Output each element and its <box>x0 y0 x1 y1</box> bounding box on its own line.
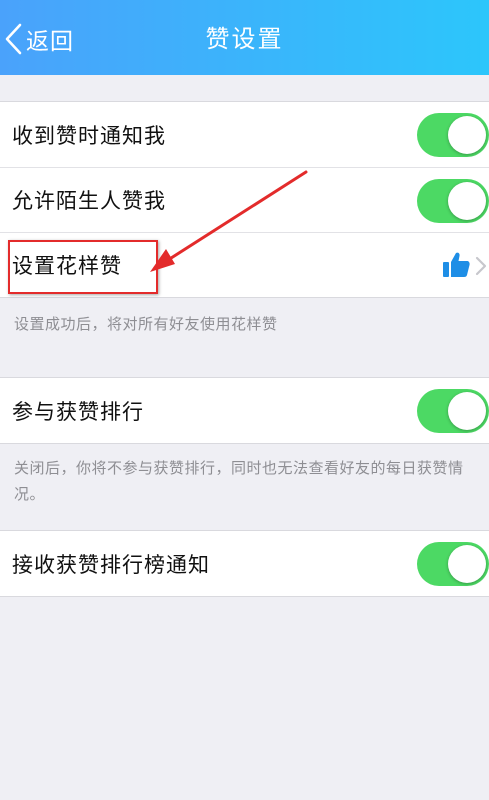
notify-on-like-label: 收到赞时通知我 <box>12 123 166 148</box>
toggle-knob <box>448 116 486 154</box>
highlight-box <box>8 240 158 294</box>
allow-strangers-label: 允许陌生人赞我 <box>12 189 166 213</box>
thumbs-up-icon <box>443 252 470 277</box>
toggle-knob <box>448 392 486 430</box>
row-notify-on-like: 收到赞时通知我 <box>0 102 489 167</box>
page-title: 赞设置 <box>205 25 284 53</box>
ranking-notify-label: 接收获赞排行榜通知 <box>12 552 210 577</box>
ranking-notify-toggle[interactable] <box>417 542 489 586</box>
ranking-note: 关闭后，你将不参与获赞排行，同时也无法查看好友的每日获赞情况。 <box>14 459 464 503</box>
toggle-knob <box>448 182 486 220</box>
row-ranking: 参与获赞排行 <box>0 378 489 443</box>
nav-bar: 返回 赞设置 <box>0 0 489 75</box>
allow-strangers-toggle[interactable] <box>417 179 489 223</box>
fancy-like-note: 设置成功后，将对所有好友使用花样赞 <box>14 315 278 333</box>
row-ranking-notify: 接收获赞排行榜通知 <box>0 531 489 596</box>
ranking-group: 参与获赞排行 <box>0 377 489 444</box>
chevron-right-icon <box>475 256 487 276</box>
ranking-notify-group: 接收获赞排行榜通知 <box>0 530 489 597</box>
row-allow-strangers: 允许陌生人赞我 <box>0 167 489 232</box>
ranking-toggle[interactable] <box>417 389 489 433</box>
ranking-label: 参与获赞排行 <box>12 399 144 424</box>
notify-on-like-toggle[interactable] <box>417 113 489 157</box>
toggle-knob <box>448 545 486 583</box>
